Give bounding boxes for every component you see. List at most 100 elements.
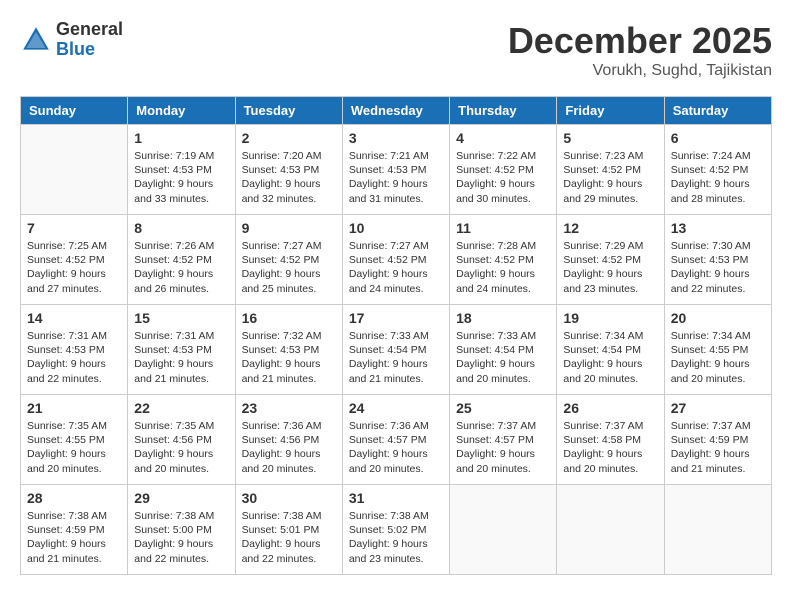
calendar-cell: 15 Sunrise: 7:31 AM Sunset: 4:53 PM Dayli… xyxy=(128,305,235,395)
logo-icon xyxy=(20,24,52,56)
day-info: Sunrise: 7:37 AM Sunset: 4:58 PM Dayligh… xyxy=(563,419,657,476)
calendar-cell: 25 Sunrise: 7:37 AM Sunset: 4:57 PM Dayli… xyxy=(450,395,557,485)
day-number: 25 xyxy=(456,400,550,416)
day-number: 8 xyxy=(134,220,228,236)
day-info: Sunrise: 7:33 AM Sunset: 4:54 PM Dayligh… xyxy=(456,329,550,386)
calendar-cell: 14 Sunrise: 7:31 AM Sunset: 4:53 PM Dayli… xyxy=(21,305,128,395)
day-info: Sunrise: 7:32 AM Sunset: 4:53 PM Dayligh… xyxy=(242,329,336,386)
calendar-table: SundayMondayTuesdayWednesdayThursdayFrid… xyxy=(20,96,772,575)
day-number: 7 xyxy=(27,220,121,236)
day-info: Sunrise: 7:33 AM Sunset: 4:54 PM Dayligh… xyxy=(349,329,443,386)
calendar-cell: 4 Sunrise: 7:22 AM Sunset: 4:52 PM Daylig… xyxy=(450,125,557,215)
day-header-thursday: Thursday xyxy=(450,97,557,125)
day-header-saturday: Saturday xyxy=(664,97,771,125)
week-row-2: 7 Sunrise: 7:25 AM Sunset: 4:52 PM Daylig… xyxy=(21,215,772,305)
logo: General Blue xyxy=(20,20,123,60)
calendar-cell: 9 Sunrise: 7:27 AM Sunset: 4:52 PM Daylig… xyxy=(235,215,342,305)
day-number: 13 xyxy=(671,220,765,236)
day-info: Sunrise: 7:26 AM Sunset: 4:52 PM Dayligh… xyxy=(134,239,228,296)
day-number: 23 xyxy=(242,400,336,416)
calendar-cell: 30 Sunrise: 7:38 AM Sunset: 5:01 PM Dayli… xyxy=(235,485,342,575)
day-number: 27 xyxy=(671,400,765,416)
calendar-cell: 3 Sunrise: 7:21 AM Sunset: 4:53 PM Daylig… xyxy=(342,125,449,215)
day-info: Sunrise: 7:38 AM Sunset: 5:01 PM Dayligh… xyxy=(242,509,336,566)
day-number: 20 xyxy=(671,310,765,326)
day-info: Sunrise: 7:34 AM Sunset: 4:55 PM Dayligh… xyxy=(671,329,765,386)
day-number: 22 xyxy=(134,400,228,416)
day-header-wednesday: Wednesday xyxy=(342,97,449,125)
day-number: 16 xyxy=(242,310,336,326)
day-number: 1 xyxy=(134,130,228,146)
logo-blue-text: Blue xyxy=(56,40,123,60)
day-info: Sunrise: 7:30 AM Sunset: 4:53 PM Dayligh… xyxy=(671,239,765,296)
day-info: Sunrise: 7:37 AM Sunset: 4:59 PM Dayligh… xyxy=(671,419,765,476)
title-block: December 2025 Vorukh, Sughd, Tajikistan xyxy=(508,20,772,80)
calendar-cell xyxy=(557,485,664,575)
day-number: 4 xyxy=(456,130,550,146)
calendar-cell: 16 Sunrise: 7:32 AM Sunset: 4:53 PM Dayli… xyxy=(235,305,342,395)
day-number: 9 xyxy=(242,220,336,236)
day-number: 31 xyxy=(349,490,443,506)
calendar-cell: 12Sunrise: 7:29 AM Sunset: 4:52 PM Dayli… xyxy=(557,215,664,305)
calendar-cell: 29 Sunrise: 7:38 AM Sunset: 5:00 PM Dayli… xyxy=(128,485,235,575)
day-info: Sunrise: 7:27 AM Sunset: 4:52 PM Dayligh… xyxy=(349,239,443,296)
day-info: Sunrise: 7:38 AM Sunset: 4:59 PM Dayligh… xyxy=(27,509,121,566)
day-info: Sunrise: 7:20 AM Sunset: 4:53 PM Dayligh… xyxy=(242,149,336,206)
calendar-cell: 18Sunrise: 7:33 AM Sunset: 4:54 PM Dayli… xyxy=(450,305,557,395)
day-info: Sunrise: 7:25 AM Sunset: 4:52 PM Dayligh… xyxy=(27,239,121,296)
day-info: Sunrise: 7:35 AM Sunset: 4:55 PM Dayligh… xyxy=(27,419,121,476)
day-header-monday: Monday xyxy=(128,97,235,125)
calendar-cell: 7 Sunrise: 7:25 AM Sunset: 4:52 PM Daylig… xyxy=(21,215,128,305)
day-number: 6 xyxy=(671,130,765,146)
day-number: 12 xyxy=(563,220,657,236)
day-info: Sunrise: 7:36 AM Sunset: 4:56 PM Dayligh… xyxy=(242,419,336,476)
day-info: Sunrise: 7:22 AM Sunset: 4:52 PM Dayligh… xyxy=(456,149,550,206)
day-info: Sunrise: 7:34 AM Sunset: 4:54 PM Dayligh… xyxy=(563,329,657,386)
day-info: Sunrise: 7:23 AM Sunset: 4:52 PM Dayligh… xyxy=(563,149,657,206)
day-number: 29 xyxy=(134,490,228,506)
day-number: 28 xyxy=(27,490,121,506)
day-number: 30 xyxy=(242,490,336,506)
day-info: Sunrise: 7:36 AM Sunset: 4:57 PM Dayligh… xyxy=(349,419,443,476)
day-number: 17 xyxy=(349,310,443,326)
day-number: 2 xyxy=(242,130,336,146)
day-info: Sunrise: 7:35 AM Sunset: 4:56 PM Dayligh… xyxy=(134,419,228,476)
week-row-5: 28 Sunrise: 7:38 AM Sunset: 4:59 PM Dayli… xyxy=(21,485,772,575)
day-number: 14 xyxy=(27,310,121,326)
day-info: Sunrise: 7:37 AM Sunset: 4:57 PM Dayligh… xyxy=(456,419,550,476)
day-number: 3 xyxy=(349,130,443,146)
week-row-4: 21 Sunrise: 7:35 AM Sunset: 4:55 PM Dayli… xyxy=(21,395,772,485)
calendar-cell: 26 Sunrise: 7:37 AM Sunset: 4:58 PM Dayli… xyxy=(557,395,664,485)
day-number: 21 xyxy=(27,400,121,416)
day-info: Sunrise: 7:19 AM Sunset: 4:53 PM Dayligh… xyxy=(134,149,228,206)
calendar-cell xyxy=(21,125,128,215)
day-number: 19 xyxy=(563,310,657,326)
calendar-cell: 2 Sunrise: 7:20 AM Sunset: 4:53 PM Daylig… xyxy=(235,125,342,215)
page-header: General Blue December 2025 Vorukh, Sughd… xyxy=(20,20,772,80)
location: Vorukh, Sughd, Tajikistan xyxy=(508,62,772,80)
calendar-cell: 22 Sunrise: 7:35 AM Sunset: 4:56 PM Dayli… xyxy=(128,395,235,485)
calendar-cell: 21 Sunrise: 7:35 AM Sunset: 4:55 PM Dayli… xyxy=(21,395,128,485)
day-info: Sunrise: 7:38 AM Sunset: 5:00 PM Dayligh… xyxy=(134,509,228,566)
calendar-cell: 10 Sunrise: 7:27 AM Sunset: 4:52 PM Dayli… xyxy=(342,215,449,305)
calendar-cell xyxy=(450,485,557,575)
logo-general-text: General xyxy=(56,20,123,40)
calendar-cell: 13 Sunrise: 7:30 AM Sunset: 4:53 PM Dayli… xyxy=(664,215,771,305)
day-info: Sunrise: 7:31 AM Sunset: 4:53 PM Dayligh… xyxy=(134,329,228,386)
day-number: 10 xyxy=(349,220,443,236)
calendar-cell: 1 Sunrise: 7:19 AM Sunset: 4:53 PM Daylig… xyxy=(128,125,235,215)
day-info: Sunrise: 7:27 AM Sunset: 4:52 PM Dayligh… xyxy=(242,239,336,296)
day-header-friday: Friday xyxy=(557,97,664,125)
day-number: 15 xyxy=(134,310,228,326)
day-info: Sunrise: 7:21 AM Sunset: 4:53 PM Dayligh… xyxy=(349,149,443,206)
week-row-3: 14 Sunrise: 7:31 AM Sunset: 4:53 PM Dayli… xyxy=(21,305,772,395)
calendar-cell: 5Sunrise: 7:23 AM Sunset: 4:52 PM Daylig… xyxy=(557,125,664,215)
day-number: 26 xyxy=(563,400,657,416)
calendar-cell: 11Sunrise: 7:28 AM Sunset: 4:52 PM Dayli… xyxy=(450,215,557,305)
calendar-header-row: SundayMondayTuesdayWednesdayThursdayFrid… xyxy=(21,97,772,125)
month-year: December 2025 xyxy=(508,20,772,62)
day-number: 11 xyxy=(456,220,550,236)
day-number: 24 xyxy=(349,400,443,416)
day-header-tuesday: Tuesday xyxy=(235,97,342,125)
day-info: Sunrise: 7:31 AM Sunset: 4:53 PM Dayligh… xyxy=(27,329,121,386)
